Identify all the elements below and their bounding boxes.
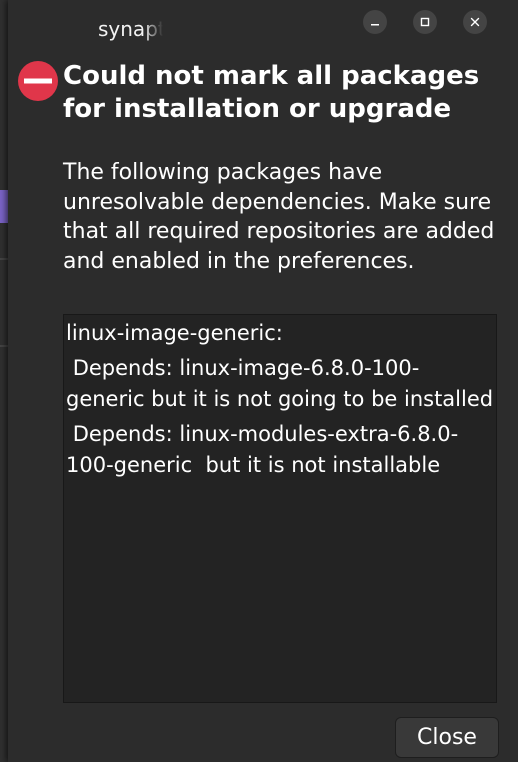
dialog-message: The following packages have unresolvable… bbox=[63, 160, 495, 274]
close-button[interactable]: Close bbox=[395, 717, 499, 758]
details-dependency: Depends: linux-modules-extra-6.8.0-100-g… bbox=[66, 421, 459, 478]
minimize-button[interactable] bbox=[363, 10, 387, 34]
details-text-area[interactable]: linux-image-generic: Depends: linux-imag… bbox=[63, 314, 497, 703]
window-title: synaptic bbox=[98, 17, 163, 41]
close-window-button[interactable] bbox=[463, 10, 487, 34]
details-dependency: Depends: linux-image-6.8.0-100-generic b… bbox=[66, 355, 494, 412]
title-bar[interactable]: synaptic bbox=[8, 0, 518, 44]
maximize-icon bbox=[420, 17, 430, 27]
error-icon bbox=[18, 61, 58, 101]
minimize-icon bbox=[371, 24, 379, 26]
error-dialog: synaptic Could not mark all packages for… bbox=[8, 0, 518, 762]
details-package: linux-image-generic: bbox=[66, 321, 283, 345]
dialog-heading: Could not mark all packages for installa… bbox=[63, 61, 480, 124]
maximize-button[interactable] bbox=[413, 10, 437, 34]
close-icon bbox=[470, 17, 480, 27]
